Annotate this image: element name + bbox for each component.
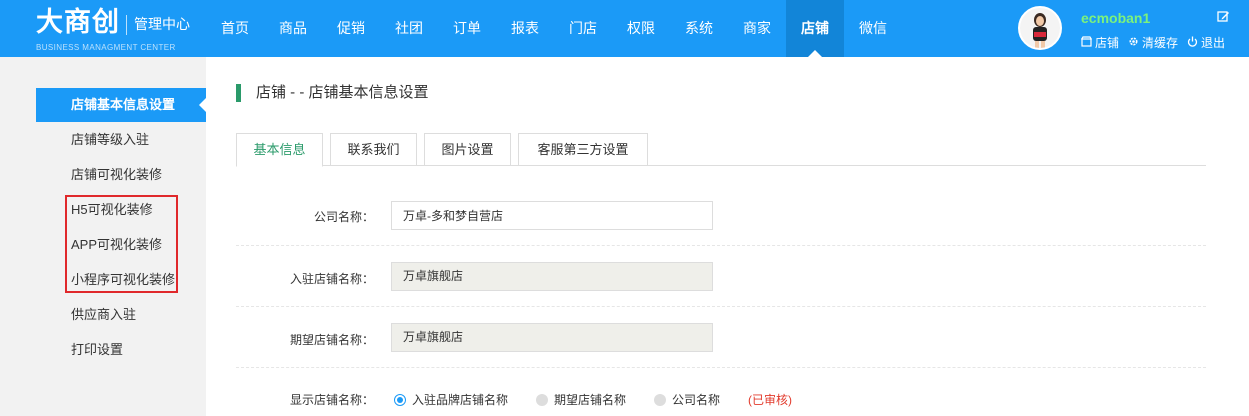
title-accent-bar — [236, 84, 241, 102]
radio-brand-shop-name[interactable]: 入驻品牌店铺名称 — [394, 391, 508, 408]
radio-label: 期望店铺名称 — [554, 393, 627, 407]
nav-item-home[interactable]: 首页 — [206, 0, 264, 57]
display-name-radio-group: 入驻品牌店铺名称 期望店铺名称 公司名称 (已审核) — [394, 391, 792, 408]
top-bar: 大商创 管理中心 BUSINESS MANAGMENT CENTER 首页 商品… — [0, 0, 1249, 57]
logout-label: 退出 — [1201, 36, 1226, 50]
sidebar-item-supplier[interactable]: 供应商入驻 — [36, 298, 206, 332]
store-icon — [1080, 36, 1093, 50]
nav-item-reports[interactable]: 报表 — [496, 0, 554, 57]
clear-cache-label: 清缓存 — [1142, 36, 1179, 50]
review-status: (已审核) — [748, 393, 793, 407]
radio-company-name[interactable]: 公司名称 — [654, 391, 720, 408]
gear-icon — [1128, 36, 1139, 50]
nav-item-orders[interactable]: 订单 — [438, 0, 496, 57]
avatar[interactable] — [1018, 6, 1062, 50]
tab-third-party-service[interactable]: 客服第三方设置 — [518, 133, 648, 166]
radio-label: 入驻品牌店铺名称 — [412, 393, 509, 407]
sidebar-item-print-settings[interactable]: 打印设置 — [36, 333, 206, 367]
main-nav: 首页 商品 促销 社团 订单 报表 门店 权限 系统 商家 店铺 微信 — [206, 0, 902, 57]
nav-item-permissions[interactable]: 权限 — [612, 0, 670, 57]
expected-shop-name-label: 期望店铺名称： — [289, 333, 374, 347]
logo[interactable]: 大商创 管理中心 BUSINESS MANAGMENT CENTER — [36, 6, 190, 52]
sidebar-item-shop-grade[interactable]: 店铺等级入驻 — [36, 123, 206, 157]
main-panel: 店铺 - - 店铺基本信息设置 基本信息 联系我们 图片设置 客服第三方设置 公… — [206, 57, 1249, 416]
user-links: 店铺 清缓存 退出 — [1080, 34, 1234, 51]
tab-contact-us[interactable]: 联系我们 — [330, 133, 417, 166]
row-divider — [236, 245, 1206, 246]
company-name-input[interactable] — [391, 201, 713, 230]
nav-item-stores[interactable]: 门店 — [554, 0, 612, 57]
nav-item-system[interactable]: 系统 — [670, 0, 728, 57]
shop-name-field: 万卓旗舰店 — [391, 262, 713, 291]
highlight-box — [65, 195, 178, 293]
nav-item-promotion[interactable]: 促销 — [322, 0, 380, 57]
shop-name-label: 入驻店铺名称： — [289, 272, 374, 286]
edit-icon[interactable] — [1217, 10, 1230, 26]
store-link[interactable]: 店铺 — [1080, 34, 1120, 51]
company-name-label: 公司名称： — [313, 210, 374, 224]
nav-item-merchants[interactable]: 商家 — [728, 0, 786, 57]
sidebar-item-basic-info[interactable]: 店铺基本信息设置 — [36, 88, 206, 122]
tab-basic-info[interactable]: 基本信息 — [236, 133, 323, 167]
nav-item-wechat[interactable]: 微信 — [844, 0, 902, 57]
logo-separator — [126, 15, 127, 35]
logo-english-text: BUSINESS MANAGMENT CENTER — [36, 43, 176, 52]
radio-dot — [654, 393, 667, 406]
page-title: 店铺 - - 店铺基本信息设置 — [256, 84, 429, 101]
tab-bar: 基本信息 联系我们 图片设置 客服第三方设置 — [236, 133, 1206, 167]
power-icon — [1187, 36, 1198, 50]
clear-cache-link[interactable]: 清缓存 — [1128, 34, 1178, 51]
nav-item-group[interactable]: 社团 — [380, 0, 438, 57]
row-divider — [236, 306, 1206, 307]
nav-item-shop[interactable]: 店铺 — [786, 0, 844, 57]
logo-subtitle: 管理中心 — [134, 16, 190, 32]
sidebar-item-visual-decoration[interactable]: 店铺可视化装修 — [36, 158, 206, 192]
store-link-label: 店铺 — [1095, 36, 1120, 50]
radio-dot — [536, 393, 549, 406]
row-divider — [236, 367, 1206, 368]
tab-image-settings[interactable]: 图片设置 — [424, 133, 511, 166]
username[interactable]: ecmoban1 — [1081, 10, 1150, 26]
logo-main-text: 大商创 — [36, 7, 120, 37]
radio-label: 公司名称 — [672, 393, 721, 407]
radio-dot — [394, 393, 406, 406]
nav-item-goods[interactable]: 商品 — [264, 0, 322, 57]
display-shop-name-label: 显示店铺名称： — [289, 393, 374, 407]
expected-shop-name-field: 万卓旗舰店 — [391, 323, 713, 352]
radio-expected-shop-name[interactable]: 期望店铺名称 — [536, 391, 626, 408]
logout-link[interactable]: 退出 — [1187, 34, 1225, 51]
